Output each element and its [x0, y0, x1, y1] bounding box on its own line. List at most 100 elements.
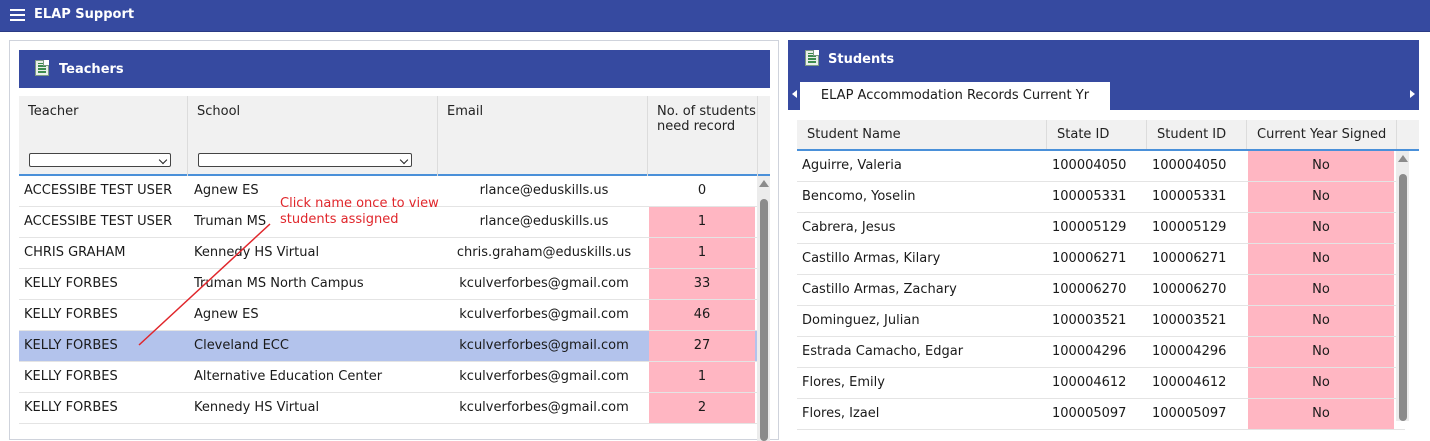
student-count-cell: 2 — [649, 393, 755, 423]
teacher-name-cell[interactable]: ACCESSIBE TEST USER — [24, 176, 189, 206]
teacher-name-cell[interactable]: KELLY FORBES — [24, 269, 189, 299]
teacher-name-cell[interactable]: KELLY FORBES — [24, 300, 189, 330]
student-name-cell: Flores, Emily — [802, 375, 885, 390]
school-cell: Kennedy HS Virtual — [194, 245, 320, 260]
student-id-cell: 100003521 — [1152, 313, 1227, 328]
student-id-cell: 100006271 — [1152, 251, 1227, 266]
student-name-cell: Bencomo, Yoselin — [802, 189, 916, 204]
student-id-cell: 100005097 — [1152, 406, 1227, 421]
email-cell: chris.graham@eduskills.us — [456, 245, 632, 260]
scroll-up-arrow-icon[interactable] — [759, 180, 769, 187]
signed-status-cell: No — [1248, 368, 1394, 398]
column-header-student-count[interactable]: No. of students need record — [648, 96, 758, 145]
column-header-state-id[interactable]: State ID — [1047, 120, 1147, 149]
signed-status-cell: No — [1248, 399, 1394, 429]
email-cell: kculverforbes@gmail.com — [459, 400, 629, 415]
app-header-bar: ELAP Support — [0, 0, 1430, 32]
student-name-cell: Flores, Izael — [802, 406, 880, 421]
column-header-student-id[interactable]: Student ID — [1147, 120, 1247, 149]
students-grid-header: Student Name State ID Student ID Current… — [797, 120, 1419, 151]
app-title: ELAP Support — [34, 7, 135, 22]
signed-status-cell: No — [1248, 244, 1394, 274]
student-row[interactable]: Castillo Armas, Zachary 100006270 10000627… — [797, 275, 1405, 306]
student-count-cell: 33 — [649, 269, 755, 299]
state-id-cell: 100004050 — [1052, 158, 1127, 173]
tab-scroll-right-icon[interactable] — [1410, 90, 1415, 98]
state-id-cell: 100005331 — [1052, 189, 1127, 204]
teachers-grid-header: Teacher School Email No. of students nee… — [19, 96, 770, 145]
tab-scroll-left-icon[interactable] — [792, 90, 797, 98]
signed-status-cell: No — [1248, 213, 1394, 243]
student-name-cell: Castillo Armas, Zachary — [802, 282, 957, 297]
column-header-email[interactable]: Email — [438, 96, 648, 145]
student-count-cell: 1 — [649, 207, 755, 237]
student-row[interactable]: Flores, Emily 100004612 100004612 No — [797, 368, 1405, 399]
student-row[interactable]: Dominguez, Julian 100003521 100003521 No — [797, 306, 1405, 337]
student-id-cell: 100005129 — [1152, 220, 1227, 235]
student-id-cell: 100006270 — [1152, 282, 1227, 297]
tab-elap-accommodation-records[interactable]: ELAP Accommodation Records Current Yr — [800, 82, 1110, 110]
student-count-cell: 46 — [649, 300, 755, 330]
student-count-cell: 1 — [649, 362, 755, 392]
student-id-cell: 100004050 — [1152, 158, 1227, 173]
signed-status-cell: No — [1248, 306, 1394, 336]
state-id-cell: 100006271 — [1052, 251, 1127, 266]
teacher-row[interactable]: CHRIS GRAHAM Kennedy HS Virtual chris.grah… — [19, 238, 757, 269]
scroll-up-arrow-icon[interactable] — [1398, 155, 1408, 162]
annotation-line-1: Click name once to view — [280, 196, 439, 211]
students-tab-strip: ELAP Accommodation Records Current Yr — [788, 82, 1419, 110]
teacher-name-cell[interactable]: KELLY FORBES — [24, 362, 189, 392]
teacher-filter-cell — [19, 145, 188, 176]
email-cell: rlance@eduskills.us — [479, 214, 609, 229]
excel-export-icon[interactable] — [805, 50, 819, 66]
teachers-vertical-scrollbar[interactable] — [757, 176, 770, 441]
scrollbar-thumb[interactable] — [1399, 174, 1407, 421]
teachers-header: Teachers — [19, 50, 770, 88]
signed-status-cell: No — [1248, 275, 1394, 305]
student-row[interactable]: Bencomo, Yoselin 100005331 100005331 No — [797, 182, 1405, 213]
teacher-row[interactable]: KELLY FORBES Kennedy HS Virtual kculverfor… — [19, 393, 757, 424]
teachers-filter-row — [19, 145, 770, 176]
student-row[interactable]: Castillo Armas, Kilary 100006271 100006271… — [797, 244, 1405, 275]
scrollbar-thumb[interactable] — [760, 199, 768, 441]
teacher-row[interactable]: KELLY FORBES Truman MS North Campus kculve… — [19, 269, 757, 300]
teacher-name-cell[interactable]: KELLY FORBES — [24, 393, 189, 423]
email-filter-cell — [438, 145, 648, 176]
teacher-name-cell[interactable]: KELLY FORBES — [24, 331, 189, 361]
signed-status-cell: No — [1248, 151, 1394, 181]
teacher-row[interactable]: KELLY FORBES Alternative Education Center… — [19, 362, 757, 393]
hamburger-menu-icon[interactable] — [10, 9, 25, 22]
instruction-annotation: Click name once to view students assigne… — [280, 196, 439, 228]
column-header-current-year-signed[interactable]: Current Year Signed — [1247, 120, 1397, 149]
state-id-cell: 100006270 — [1052, 282, 1127, 297]
student-name-cell: Dominguez, Julian — [802, 313, 920, 328]
student-row[interactable]: Estrada Camacho, Edgar 100004296 100004296… — [797, 337, 1405, 368]
teacher-name-cell[interactable]: CHRIS GRAHAM — [24, 238, 189, 268]
column-header-student-name[interactable]: Student Name — [797, 120, 1047, 149]
student-row[interactable]: Aguirre, Valeria 100004050 100004050 No — [797, 151, 1405, 182]
teacher-name-cell[interactable]: ACCESSIBE TEST USER — [24, 207, 189, 237]
students-title: Students — [828, 52, 895, 67]
state-id-cell: 100005097 — [1052, 406, 1127, 421]
teacher-row[interactable]: KELLY FORBES Agnew ES kculverforbes@gmail.… — [19, 300, 757, 331]
student-id-cell: 100005331 — [1152, 189, 1227, 204]
school-cell: Cleveland ECC — [194, 338, 289, 353]
count-filter-cell — [648, 145, 758, 176]
column-header-school[interactable]: School — [188, 96, 438, 145]
student-row[interactable]: Flores, Izael 100005097 100005097 No — [797, 399, 1405, 430]
teachers-title: Teachers — [59, 62, 124, 77]
state-id-cell: 100005129 — [1052, 220, 1127, 235]
excel-export-icon[interactable] — [35, 60, 49, 76]
student-row[interactable]: Cabrera, Jesus 100005129 100005129 No — [797, 213, 1405, 244]
teacher-filter-select[interactable] — [29, 153, 171, 167]
state-id-cell: 100003521 — [1052, 313, 1127, 328]
school-cell: Agnew ES — [194, 307, 259, 322]
column-header-count-line1: No. of students — [657, 104, 756, 119]
column-header-teacher[interactable]: Teacher — [19, 96, 188, 145]
state-id-cell: 100004296 — [1052, 344, 1127, 359]
teacher-row[interactable]: KELLY FORBES Cleveland ECC kculverforbes@g… — [19, 331, 757, 362]
school-filter-cell — [188, 145, 438, 176]
students-vertical-scrollbar[interactable] — [1396, 151, 1409, 421]
students-panel: Students ELAP Accommodation Records Curr… — [788, 40, 1419, 440]
school-filter-select[interactable] — [198, 153, 412, 167]
